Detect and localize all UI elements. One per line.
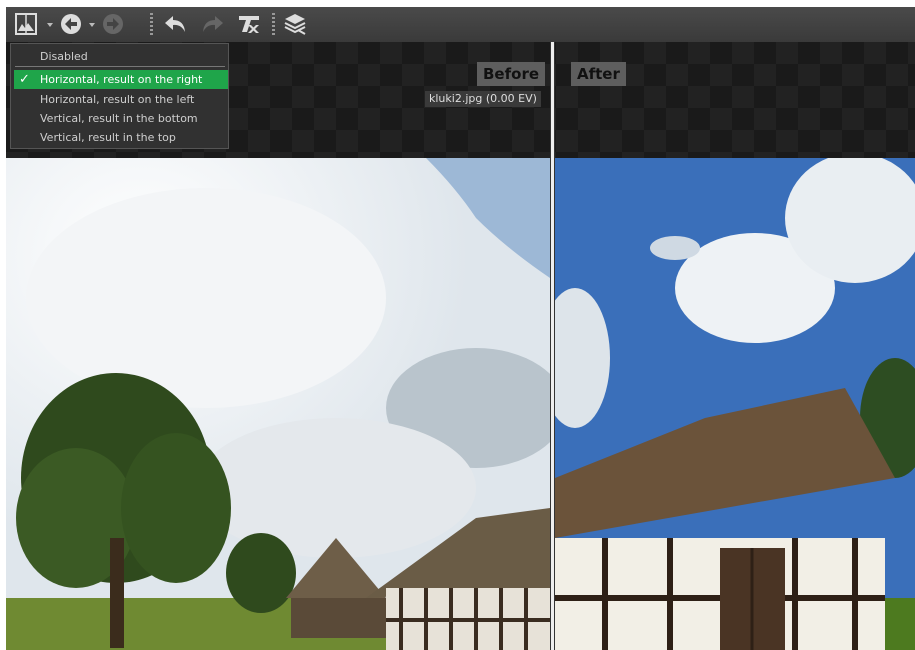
menu-item-disabled[interactable]: Disabled (11, 47, 228, 66)
redo-icon (203, 16, 223, 32)
menu-item-vertical-top[interactable]: Vertical, result in the top (11, 128, 228, 147)
menu-item-label: Horizontal, result on the right (40, 73, 203, 86)
toolbar-separator (150, 13, 153, 37)
menu-item-label: Vertical, result in the bottom (40, 112, 198, 125)
after-label: After (571, 62, 626, 86)
after-image (555, 158, 915, 650)
layers-button[interactable] (280, 11, 310, 37)
forward-button[interactable] (100, 11, 126, 37)
back-button[interactable] (58, 11, 84, 37)
forward-icon (103, 14, 123, 34)
undo-icon (165, 16, 185, 32)
clear-edits-icon (239, 16, 259, 33)
menu-item-vertical-bottom[interactable]: Vertical, result in the bottom (11, 109, 228, 128)
layers-icon (284, 14, 306, 35)
checkmark-icon: ✓ (19, 72, 30, 87)
redo-button[interactable] (198, 11, 228, 37)
compare-view-icon (15, 13, 37, 35)
menu-item-label: Disabled (40, 50, 88, 63)
menu-divider (15, 66, 225, 67)
compare-view-button[interactable] (12, 11, 40, 37)
menu-item-horizontal-right[interactable]: ✓ Horizontal, result on the right (14, 70, 228, 89)
before-image (6, 158, 550, 650)
menu-item-label: Horizontal, result on the left (40, 93, 195, 106)
undo-button[interactable] (160, 11, 190, 37)
split-divider-handle[interactable] (550, 42, 555, 650)
menu-item-horizontal-left[interactable]: Horizontal, result on the left (11, 90, 228, 109)
compare-mode-menu: Disabled ✓ Horizontal, result on the rig… (10, 43, 229, 149)
toolbar (6, 7, 915, 42)
compare-view-dropdown-chevron-icon[interactable] (46, 21, 54, 29)
before-label: Before (477, 62, 546, 86)
back-dropdown-chevron-icon[interactable] (88, 21, 96, 29)
back-icon (61, 14, 81, 34)
menu-item-label: Vertical, result in the top (40, 131, 176, 144)
clear-edits-button[interactable] (234, 11, 264, 37)
file-info-label: kluki2.jpg (0.00 EV) (425, 91, 541, 107)
toolbar-separator (272, 13, 275, 37)
